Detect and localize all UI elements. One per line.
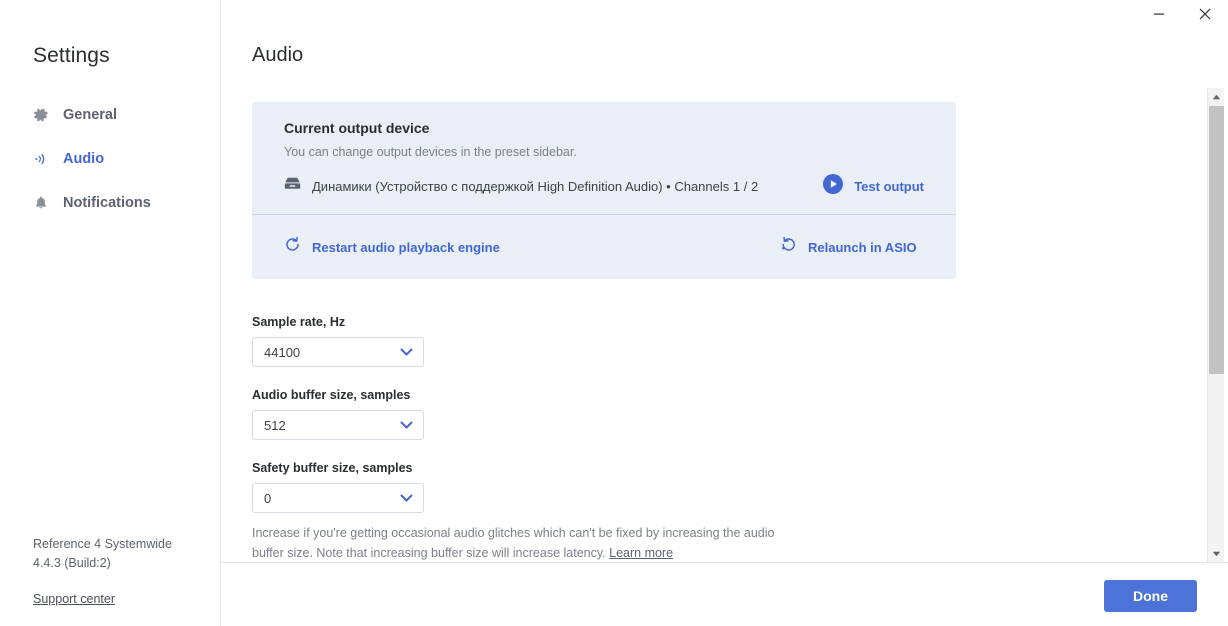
sidebar-nav: General Audio Notifications [0, 100, 221, 232]
audio-buffer-size-field: Audio buffer size, samples 512 [252, 388, 424, 440]
test-output-button[interactable]: Test output [822, 173, 926, 200]
audio-waves-icon [33, 151, 55, 167]
sidebar-item-general[interactable]: General [0, 100, 221, 130]
audio-buffer-size-value: 512 [264, 417, 286, 433]
card-subtitle: You can change output devices in the pre… [284, 145, 577, 159]
play-circle-icon [822, 173, 844, 200]
caret-up-icon [1212, 94, 1221, 99]
restore-icon [780, 236, 797, 258]
refresh-icon [284, 236, 301, 258]
safety-buffer-helper-text: Increase if you're getting occasional au… [252, 523, 792, 562]
safety-buffer-size-label: Safety buffer size, samples [252, 461, 413, 475]
audio-buffer-size-select[interactable]: 512 [252, 410, 424, 440]
support-center-link[interactable]: Support center [33, 592, 115, 606]
settings-content: Current output device You can change out… [221, 88, 1228, 562]
learn-more-link[interactable]: Learn more [609, 546, 673, 560]
content-scrollbar[interactable] [1207, 88, 1224, 562]
audio-buffer-size-label: Audio buffer size, samples [252, 388, 411, 402]
card-heading: Current output device [284, 120, 430, 136]
settings-window: Settings General Audio Notifications Ref… [0, 0, 1228, 626]
sample-rate-field: Sample rate, Hz 44100 [252, 315, 424, 367]
sample-rate-label: Sample rate, Hz [252, 315, 346, 329]
sidebar-item-label-audio: Audio [63, 151, 105, 167]
sidebar-item-audio[interactable]: Audio [0, 144, 221, 174]
device-info: Динамики (Устройство с поддержкой High D… [284, 177, 758, 196]
chevron-down-icon [400, 494, 413, 503]
app-version-line2: 4.4.3 (Build:2) [33, 556, 111, 570]
speaker-device-icon [284, 177, 301, 196]
main-panel: Audio Current output device You can chan… [221, 0, 1228, 626]
card-top-section: Current output device You can change out… [252, 102, 956, 214]
sidebar-item-label-notifications: Notifications [63, 195, 151, 211]
app-version: Reference 4 Systemwide 4.4.3 (Build:2) [33, 535, 208, 573]
helper-text: Increase if you're getting occasional au… [252, 526, 775, 560]
current-output-device-card: Current output device You can change out… [252, 102, 956, 279]
sample-rate-value: 44100 [264, 344, 301, 360]
scrollbar-thumb[interactable] [1209, 106, 1224, 374]
safety-buffer-size-value: 0 [264, 490, 272, 506]
sidebar-item-label-general: General [63, 107, 117, 123]
card-bottom-section: Restart audio playback engine Relaunch i… [252, 215, 956, 279]
sidebar-title: Settings [33, 44, 110, 67]
sidebar-item-notifications[interactable]: Notifications [0, 188, 221, 218]
bell-icon [33, 195, 55, 211]
restart-audio-engine-label: Restart audio playback engine [312, 239, 500, 255]
test-output-label: Test output [854, 179, 924, 194]
chevron-down-icon [400, 421, 413, 430]
device-name: Динамики (Устройство с поддержкой High D… [312, 179, 759, 194]
safety-buffer-size-select[interactable]: 0 [252, 483, 424, 513]
app-version-line1: Reference 4 Systemwide [33, 537, 172, 551]
sample-rate-select[interactable]: 44100 [252, 337, 424, 367]
page-title: Audio [252, 44, 304, 66]
chevron-down-icon [400, 348, 413, 357]
relaunch-asio-button[interactable]: Relaunch in ASIO [780, 236, 917, 258]
sidebar: Settings General Audio Notifications Ref… [0, 0, 221, 626]
safety-buffer-size-field: Safety buffer size, samples 0 [252, 461, 424, 513]
scroll-down-button[interactable] [1208, 545, 1225, 562]
gear-icon [33, 107, 55, 123]
device-row: Динамики (Устройство с поддержкой High D… [284, 173, 926, 200]
restart-audio-engine-button[interactable]: Restart audio playback engine [284, 236, 500, 258]
footer-bar: Done [221, 562, 1228, 626]
scroll-up-button[interactable] [1208, 88, 1225, 105]
caret-down-icon [1212, 551, 1221, 556]
done-button[interactable]: Done [1104, 580, 1197, 612]
relaunch-asio-label: Relaunch in ASIO [808, 239, 917, 255]
